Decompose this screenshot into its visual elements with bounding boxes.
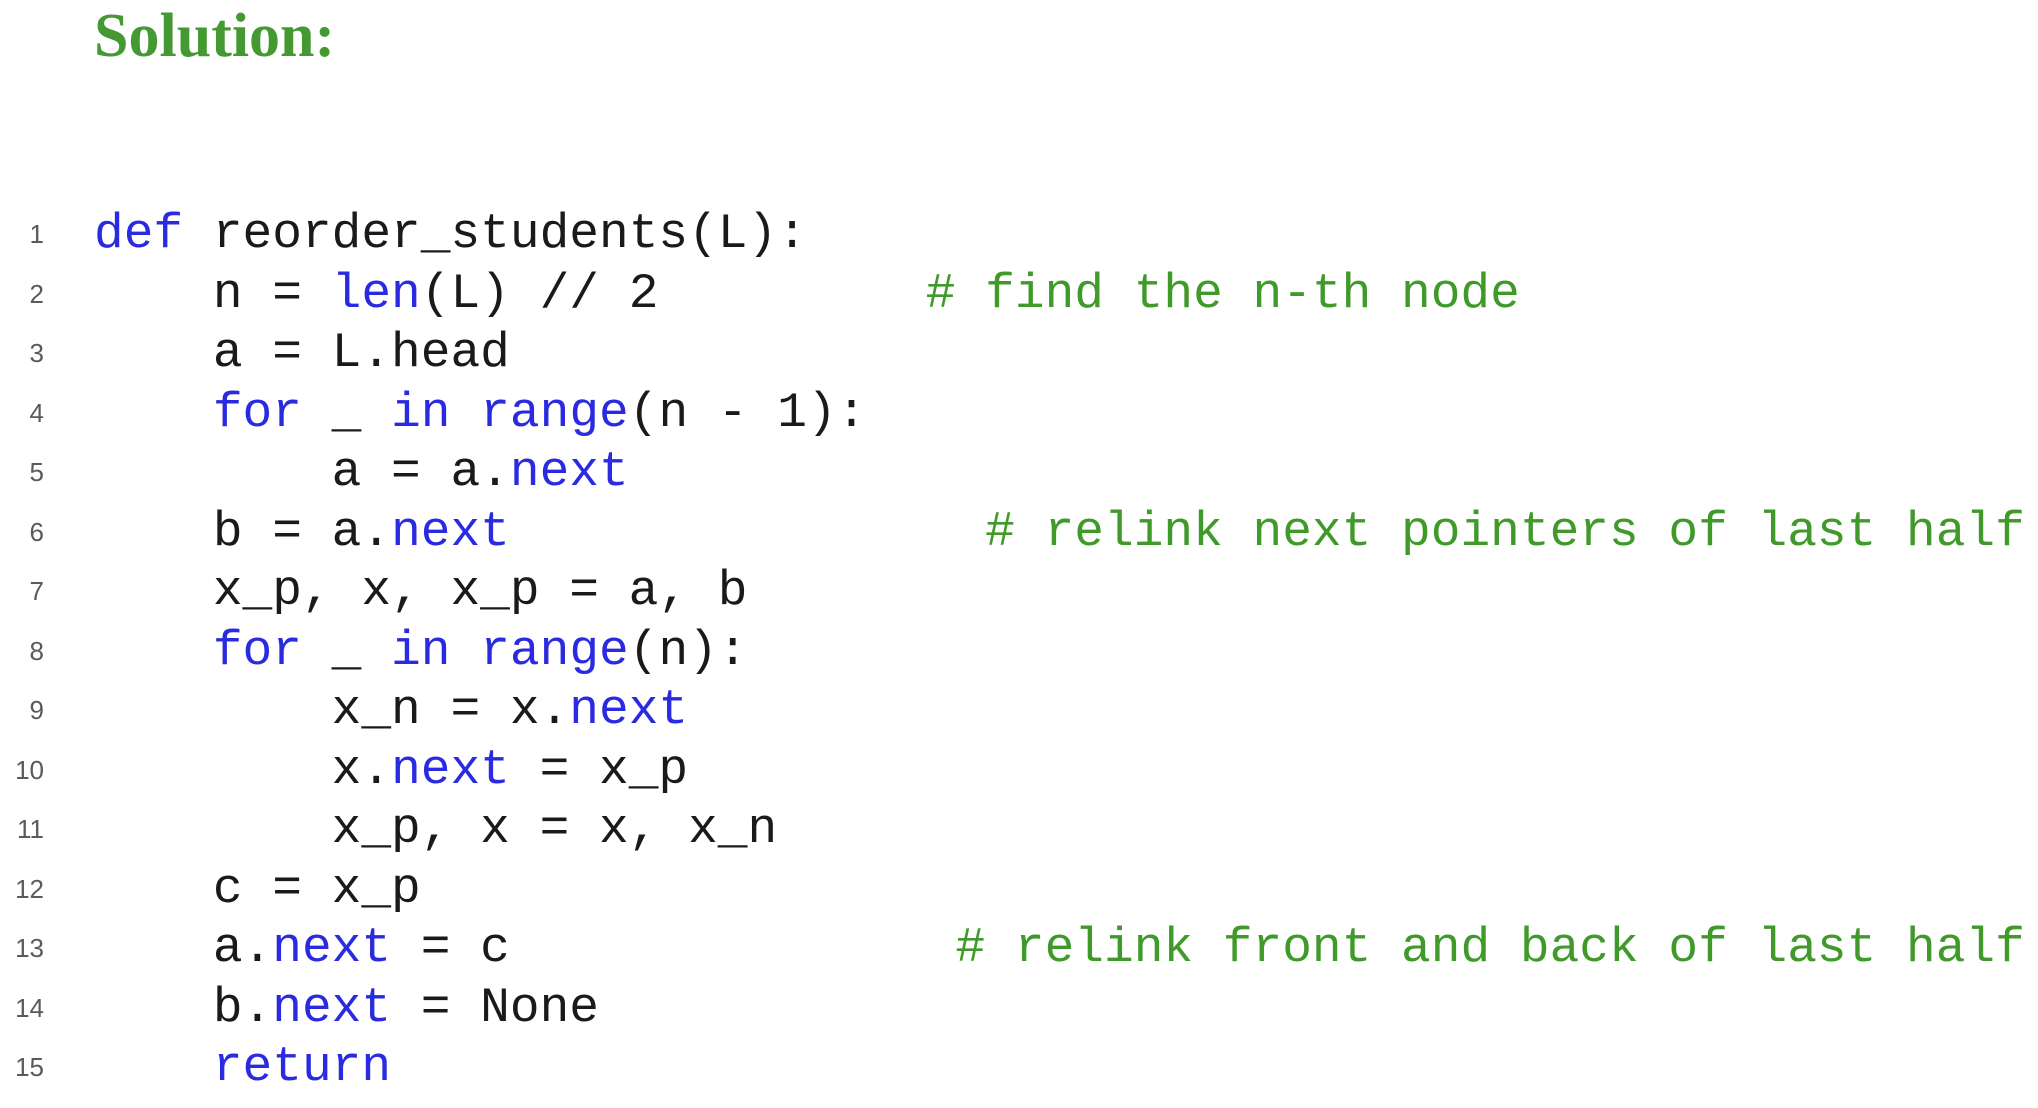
code-text: return — [94, 1038, 391, 1098]
line-number: 9 — [29, 695, 44, 725]
line-number: 14 — [15, 992, 44, 1023]
code-token: a. — [94, 920, 273, 976]
code-line: 14 b.next = None — [0, 979, 2038, 1039]
code-listing: 1 def reorder_students(L): 2 n = len(L) //… — [0, 205, 2038, 1098]
code-line: 4 for _ in range(n - 1): — [0, 384, 2038, 444]
code-comment: # find the n-th node — [925, 265, 1520, 322]
line-number: 5 — [29, 457, 44, 487]
code-text: x.next = x_p — [94, 741, 689, 801]
code-line: 5 a = a.next — [0, 443, 2038, 503]
line-number: 6 — [29, 516, 44, 547]
code-keyword: def — [94, 206, 184, 262]
code-token: b. — [94, 979, 273, 1036]
code-line: 9 x_n = x.next — [0, 681, 2038, 741]
code-text: a = a.next — [94, 443, 629, 503]
code-token: = None — [391, 979, 599, 1036]
line-number: 15 — [15, 1052, 44, 1082]
code-line: 7 x_p, x, x_p = a, b — [0, 562, 2038, 622]
line-number: 1 — [29, 219, 44, 249]
code-token: a = L.head — [94, 325, 510, 381]
code-line: 2 n = len(L) // 2 # find the n-th node — [0, 265, 2038, 325]
code-text: x_n = x.next — [94, 681, 688, 741]
code-token: = x_p — [509, 741, 689, 798]
code-keyword: in — [391, 384, 451, 441]
code-keyword: for — [212, 384, 302, 441]
code-token: x. — [94, 741, 392, 798]
code-keyword: next — [509, 444, 629, 500]
code-token: _ — [301, 622, 392, 679]
code-keyword: next — [391, 741, 510, 798]
code-keyword: return — [212, 1039, 392, 1095]
code-token: a = a. — [94, 444, 510, 500]
code-token: n = — [94, 265, 332, 322]
code-comment: # relink front and back of last half — [955, 920, 2025, 976]
code-line: 3 a = L.head — [0, 324, 2038, 384]
line-number: 3 — [29, 338, 44, 368]
code-token: x_n = x. — [94, 682, 570, 738]
code-keyword: range — [480, 622, 629, 679]
line-number: 7 — [29, 576, 44, 606]
code-keyword: next — [272, 920, 392, 976]
code-text: for _ in range(n): — [94, 622, 748, 682]
code-text: b = a.next # relink next pointers of las… — [94, 503, 2025, 563]
code-keyword: next — [272, 979, 392, 1036]
line-number: 11 — [17, 814, 44, 844]
code-line: 15 return — [0, 1038, 2038, 1098]
code-line: 6 b = a.next # relink next pointers of l… — [0, 503, 2038, 563]
code-text: c = x_p — [94, 860, 421, 920]
code-line: 1 def reorder_students(L): — [0, 205, 2038, 265]
code-line: 12 c = x_p — [0, 860, 2038, 920]
code-token: (n - 1): — [628, 384, 867, 441]
line-number: 2 — [29, 278, 44, 309]
code-line: 11 x_p, x = x, x_n — [0, 800, 2038, 860]
code-text: x_p, x, x_p = a, b — [94, 562, 748, 622]
line-number: 4 — [29, 397, 44, 428]
code-token: = c — [391, 920, 956, 976]
code-keyword: len — [331, 265, 421, 322]
code-text: b.next = None — [94, 979, 599, 1039]
code-token: (n): — [628, 622, 748, 679]
code-token: b = a. — [94, 503, 392, 560]
solution-heading: Solution: — [94, 2, 336, 70]
code-text: a.next = c # relink front and back of la… — [94, 919, 2025, 979]
code-keyword: for — [212, 622, 302, 679]
code-comment: # relink next pointers of last half — [985, 503, 2025, 560]
code-token: x_p, x = x, x_n — [94, 801, 778, 857]
code-text: n = len(L) // 2 # find the n-th node — [94, 265, 1520, 325]
code-keyword: in — [391, 622, 451, 679]
code-token: _ — [301, 384, 392, 441]
code-token: x_p, x, x_p = a, b — [94, 563, 748, 619]
line-number: 12 — [15, 873, 44, 904]
line-number: 8 — [29, 635, 44, 666]
code-keyword: next — [569, 682, 689, 738]
code-text: x_p, x = x, x_n — [94, 800, 778, 860]
code-token: (L) // 2 — [420, 265, 926, 322]
line-number: 13 — [15, 933, 44, 963]
line-number: 10 — [15, 754, 44, 785]
code-token: reorder_students(L): — [183, 206, 807, 262]
code-keyword: next — [391, 503, 510, 560]
code-line: 8 for _ in range(n): — [0, 622, 2038, 682]
code-text: for _ in range(n - 1): — [94, 384, 867, 444]
code-line: 13 a.next = c # relink front and back of… — [0, 919, 2038, 979]
code-text: a = L.head — [94, 324, 510, 384]
code-text: def reorder_students(L): — [94, 205, 807, 265]
code-token: c = x_p — [94, 860, 421, 917]
code-line: 10 x.next = x_p — [0, 741, 2038, 801]
code-keyword: range — [480, 384, 629, 441]
